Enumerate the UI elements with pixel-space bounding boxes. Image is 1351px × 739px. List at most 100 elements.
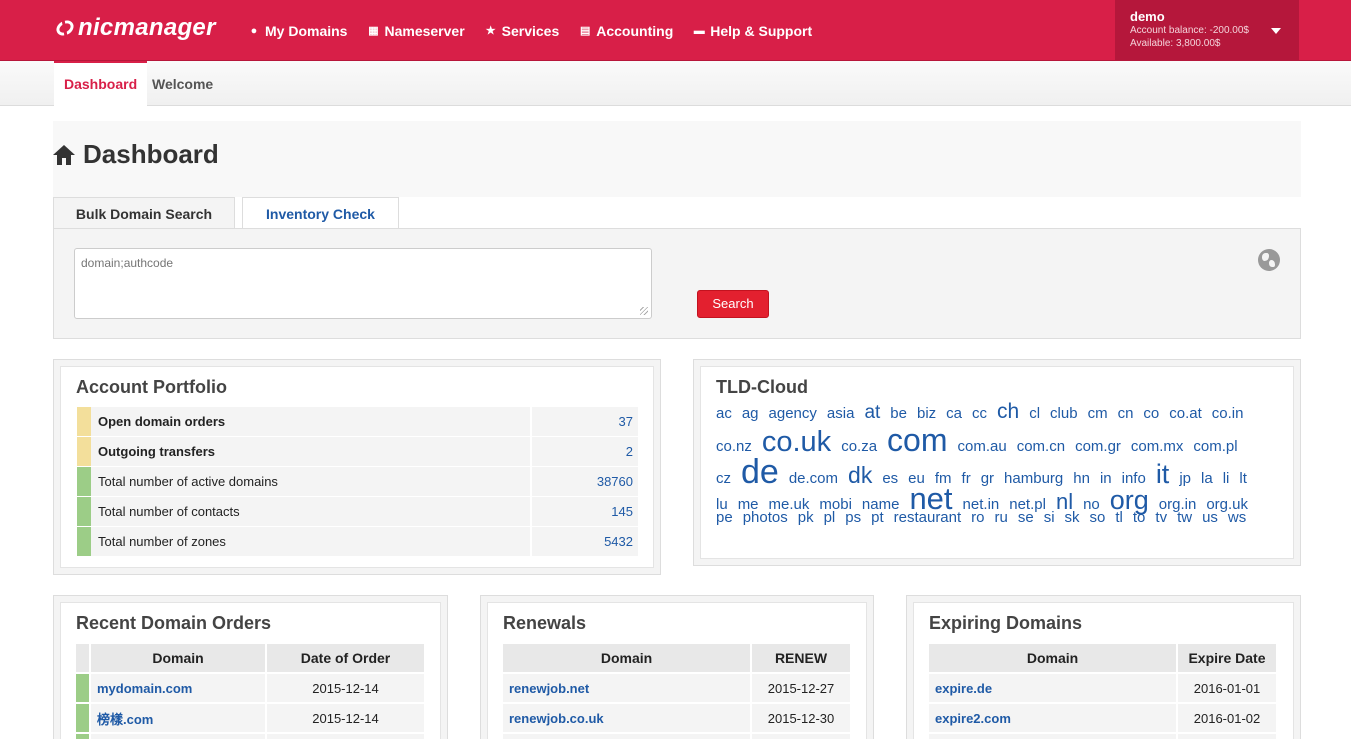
logo-icon <box>53 17 77 39</box>
nav-my-domains[interactable]: ● My Domains <box>248 23 348 39</box>
tld-link[interactable]: photos <box>743 510 788 525</box>
subnav-dashboard[interactable]: Dashboard <box>54 61 148 106</box>
tld-link[interactable]: ac <box>716 406 732 421</box>
tld-link[interactable]: com.au <box>958 439 1007 454</box>
tld-link[interactable]: co <box>1143 406 1159 421</box>
tld-link[interactable]: tv <box>1155 510 1167 525</box>
tld-link[interactable]: si <box>1044 510 1055 525</box>
tld-link[interactable]: se <box>1018 510 1034 525</box>
tld-link[interactable]: so <box>1090 510 1106 525</box>
tld-link[interactable]: com.pl <box>1193 439 1237 454</box>
domain-link[interactable]: mydomain.com <box>90 672 267 703</box>
tld-link[interactable]: pk <box>798 510 814 525</box>
tld-link[interactable]: ws <box>1228 510 1246 525</box>
tld-link[interactable]: to <box>1133 510 1146 525</box>
tld-link[interactable]: com <box>887 424 947 456</box>
tld-link[interactable]: us <box>1202 510 1218 525</box>
nav-label: Nameserver <box>384 22 465 39</box>
tld-link[interactable]: in <box>1100 471 1112 486</box>
tld-link[interactable]: lt <box>1239 471 1247 486</box>
tld-link[interactable]: biz <box>917 406 936 421</box>
tab-bulk-domain-search[interactable]: Bulk Domain Search <box>53 197 235 230</box>
resize-handle-icon[interactable] <box>640 307 648 315</box>
tld-link[interactable]: es <box>882 471 898 486</box>
globe-icon[interactable] <box>1258 249 1280 271</box>
tld-link[interactable]: co.za <box>841 439 877 454</box>
portfolio-value-link[interactable]: 38760 <box>532 467 638 496</box>
tld-link[interactable]: cl <box>1029 406 1040 421</box>
tld-link[interactable]: co.at <box>1169 406 1202 421</box>
tld-link[interactable]: ro <box>971 510 984 525</box>
tld-link[interactable]: com.cn <box>1017 439 1065 454</box>
domain-link[interactable]: expire2.com <box>929 702 1178 733</box>
star-icon: ★ <box>485 25 496 37</box>
tld-link[interactable]: co.nz <box>716 439 752 454</box>
tld-link[interactable]: ps <box>845 510 861 525</box>
domain-link <box>90 732 267 739</box>
status-bar <box>76 732 91 739</box>
domain-link[interactable]: renewjob.co.uk <box>503 702 752 733</box>
tld-link[interactable]: pt <box>871 510 884 525</box>
column-header-date: Date of Order <box>266 644 426 673</box>
tld-link[interactable]: ca <box>946 406 962 421</box>
table-row: renewjob.net 2015-12-27 <box>503 672 852 703</box>
portfolio-value-link[interactable]: 5432 <box>532 527 638 556</box>
tld-link[interactable]: at <box>864 403 880 422</box>
status-bar <box>77 467 91 496</box>
tld-link[interactable]: dk <box>848 464 872 487</box>
date-cell <box>1177 732 1278 739</box>
tld-link[interactable]: cn <box>1118 406 1134 421</box>
tld-link[interactable]: hn <box>1073 471 1090 486</box>
brand-logo[interactable]: nicmanager <box>53 14 216 42</box>
tld-link[interactable]: restaurant <box>894 510 962 525</box>
search-button[interactable]: Search <box>697 290 769 318</box>
tld-link[interactable]: fr <box>962 471 971 486</box>
portfolio-value-link[interactable]: 37 <box>532 407 638 436</box>
tld-link[interactable]: be <box>890 406 907 421</box>
portfolio-value-link[interactable]: 2 <box>532 437 638 466</box>
bulk-search-input[interactable] <box>74 248 652 319</box>
tld-link[interactable]: club <box>1050 406 1078 421</box>
tld-link[interactable]: sk <box>1065 510 1080 525</box>
tld-link[interactable]: ag <box>742 406 759 421</box>
tld-link[interactable]: ch <box>997 401 1019 422</box>
recent-orders-table: Domain Date of Order mydomain.com 2015-12… <box>76 644 426 739</box>
nav-nameserver[interactable]: ▦ Nameserver <box>367 23 464 39</box>
tld-link[interactable]: cm <box>1088 406 1108 421</box>
tld-link[interactable]: gr <box>981 471 994 486</box>
tld-link[interactable]: cc <box>972 406 987 421</box>
user-menu[interactable]: demo Account balance: -200.00$ Available… <box>1115 0 1299 61</box>
tld-link[interactable]: it <box>1156 461 1170 488</box>
tab-inventory-check[interactable]: Inventory Check <box>242 197 399 229</box>
nav-accounting[interactable]: ▤ Accounting <box>579 23 673 39</box>
subnav-welcome[interactable]: Welcome <box>142 61 223 106</box>
tld-link[interactable]: cz <box>716 471 731 486</box>
tld-link[interactable]: tl <box>1115 510 1123 525</box>
recent-orders-panel: Recent Domain Orders Domain Date of Orde… <box>53 595 448 739</box>
tld-link[interactable]: jp <box>1179 471 1191 486</box>
tld-link[interactable]: de <box>741 455 779 489</box>
tld-link[interactable]: ru <box>995 510 1008 525</box>
table-row: expire2.com 2016-01-02 <box>929 702 1278 733</box>
tld-link[interactable]: la <box>1201 471 1213 486</box>
tld-link[interactable]: com.gr <box>1075 439 1121 454</box>
tld-link[interactable]: pe <box>716 510 733 525</box>
domain-link[interactable]: expire.de <box>929 672 1178 703</box>
tld-link[interactable]: hamburg <box>1004 471 1063 486</box>
panel-body: Recent Domain Orders Domain Date of Orde… <box>60 602 441 739</box>
domain-link[interactable]: renewjob.net <box>503 672 752 703</box>
tld-link[interactable]: asia <box>827 406 855 421</box>
tld-link[interactable]: de.com <box>789 471 838 486</box>
tld-link[interactable]: com.mx <box>1131 439 1184 454</box>
nav-help-support[interactable]: ▬ Help & Support <box>693 23 812 39</box>
tld-link[interactable]: info <box>1122 471 1146 486</box>
tld-link[interactable]: pl <box>824 510 836 525</box>
tld-link[interactable]: co.in <box>1212 406 1244 421</box>
domain-link[interactable]: 榜樣.com <box>90 702 267 733</box>
portfolio-value-link[interactable]: 145 <box>532 497 638 526</box>
portfolio-label: Total number of active domains <box>91 467 530 496</box>
nav-services[interactable]: ★ Services <box>485 23 560 39</box>
tld-link[interactable]: li <box>1223 471 1230 486</box>
tld-link[interactable]: agency <box>769 406 817 421</box>
tld-link[interactable]: tw <box>1177 510 1192 525</box>
